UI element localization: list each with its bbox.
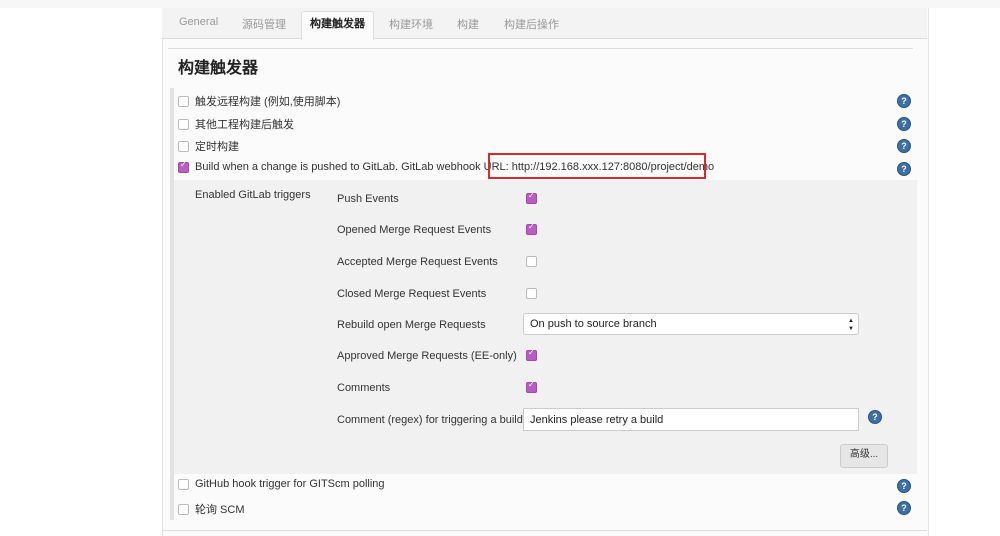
gitlab-triggers-label: Enabled GitLab triggers [195, 189, 311, 201]
rebuild-label: Rebuild open Merge Requests [337, 319, 486, 331]
option-label: Comments [337, 382, 391, 394]
trigger-label: GitHub hook trigger for GITScm polling [195, 478, 385, 490]
accepted-mr-checkbox[interactable] [526, 256, 537, 267]
checkbox[interactable] [178, 503, 189, 515]
section-bar [170, 88, 174, 520]
option-label: Approved Merge Requests (EE-only) [337, 350, 517, 362]
divider [168, 48, 913, 49]
trigger-label: 定时构建 [195, 141, 239, 153]
option-label: Accepted Merge Request Events [337, 256, 498, 268]
help-icon[interactable]: ? [897, 501, 911, 515]
tab-post-build[interactable]: 构建后操作 [504, 16, 559, 32]
closed-mr-checkbox[interactable] [526, 288, 537, 299]
approved-mr-checkbox[interactable] [526, 348, 537, 361]
comments-checkbox[interactable] [526, 380, 537, 393]
opened-mr-checkbox[interactable] [526, 222, 537, 235]
help-icon[interactable]: ? [897, 139, 911, 153]
checkbox[interactable] [178, 478, 189, 490]
trigger-remote[interactable]: 触发远程构建 (例如,使用脚本) [178, 93, 340, 109]
help-icon[interactable]: ? [897, 117, 911, 131]
trigger-after-other[interactable]: 其他工程构建后触发 [178, 116, 294, 132]
help-icon[interactable]: ? [897, 162, 911, 176]
comment-regex-input[interactable] [523, 408, 859, 431]
trigger-label: 触发远程构建 (例如,使用脚本) [195, 96, 341, 108]
help-icon[interactable]: ? [897, 479, 911, 493]
divider [162, 530, 927, 531]
tab-triggers[interactable]: 构建触发器 [301, 11, 374, 40]
push-events-checkbox[interactable] [526, 191, 537, 204]
trigger-github-hook[interactable]: GitHub hook trigger for GITScm polling [178, 478, 385, 490]
advanced-button[interactable]: 高级... [840, 444, 888, 468]
rebuild-select[interactable]: On push to source branch ▲ ▼ [523, 313, 859, 335]
option-label: Push Events [337, 193, 399, 205]
tab-build[interactable]: 构建 [457, 16, 479, 32]
trigger-periodic[interactable]: 定时构建 [178, 138, 239, 154]
highlight-box [488, 153, 706, 179]
checkbox[interactable] [178, 160, 189, 173]
help-icon[interactable]: ? [897, 94, 911, 108]
checkbox[interactable] [178, 118, 189, 130]
trigger-label: 轮询 SCM [195, 504, 245, 516]
tab-general[interactable]: General [179, 16, 218, 28]
option-label: Opened Merge Request Events [337, 224, 492, 236]
tab-env[interactable]: 构建环境 [389, 16, 433, 32]
trigger-poll-scm[interactable]: 轮询 SCM [178, 501, 245, 517]
comment-regex-label: Comment (regex) for triggering a build [337, 414, 523, 426]
tab-source[interactable]: 源码管理 [242, 16, 286, 32]
option-label: Closed Merge Request Events [337, 288, 487, 300]
trigger-label: 其他工程构建后触发 [195, 119, 294, 131]
help-icon[interactable]: ? [868, 410, 882, 424]
updown-arrow-icon: ▲ ▼ [848, 318, 854, 332]
checkbox[interactable] [178, 140, 189, 152]
top-strip [0, 0, 1000, 8]
page-title: 构建触发器 [178, 60, 259, 77]
select-value: On push to source branch [530, 318, 657, 330]
checkbox[interactable] [178, 95, 189, 107]
